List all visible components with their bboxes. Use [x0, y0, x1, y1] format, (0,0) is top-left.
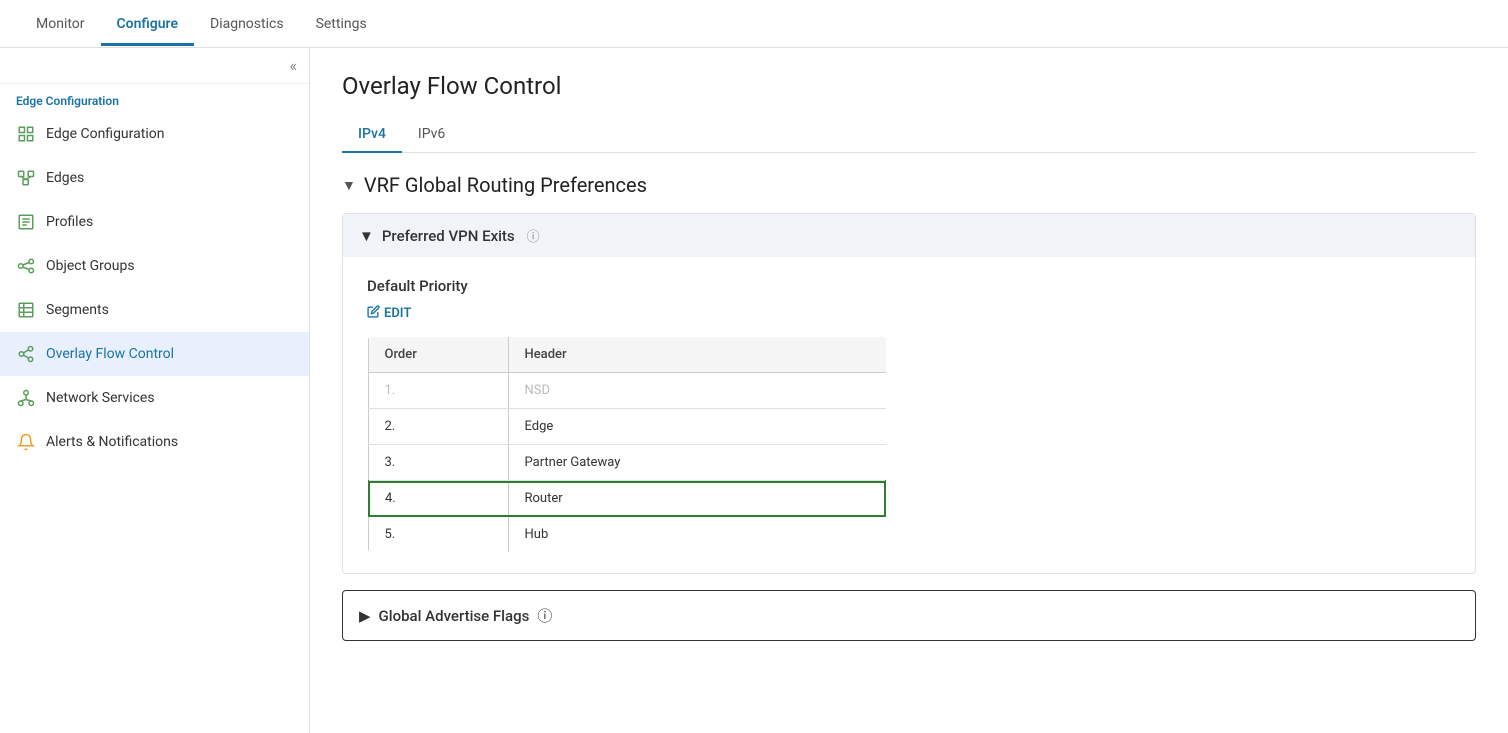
edit-button[interactable]: EDIT — [367, 305, 1451, 322]
nav-settings[interactable]: Settings — [300, 2, 383, 46]
vrf-chevron-icon: ▼ — [342, 177, 356, 194]
col-order: Order — [368, 337, 508, 373]
network-services-icon — [16, 388, 36, 408]
table-row: 4.Router — [368, 481, 886, 517]
sidebar-item-overlay-flow-control[interactable]: Overlay Flow Control — [0, 332, 309, 376]
flags-info-icon: ⓘ — [537, 605, 552, 626]
sidebar-item-segments[interactable]: Segments — [0, 288, 309, 332]
sidebar-collapse-button[interactable]: « — [289, 56, 297, 75]
table-row: 5.Hub — [368, 517, 886, 553]
preferred-vpn-label: Preferred VPN Exits — [382, 227, 515, 245]
global-advertise-flags-label: Global Advertise Flags — [379, 607, 530, 625]
col-header: Header — [508, 337, 886, 373]
edges-icon — [16, 168, 36, 188]
object-groups-icon — [16, 256, 36, 276]
table-cell-order: 4. — [368, 481, 508, 517]
page-title: Overlay Flow Control — [342, 72, 1476, 100]
global-advertise-flags-header[interactable]: ▶ Global Advertise Flags ⓘ — [343, 591, 1475, 640]
preferred-vpn-body: Default Priority EDIT Order Header — [343, 257, 1475, 573]
table-row: 2.Edge — [368, 409, 886, 445]
sidebar-item-label: Segments — [46, 302, 109, 318]
table-cell-header: Router — [508, 481, 886, 517]
table-cell-header: Hub — [508, 517, 886, 553]
alerts-icon — [16, 432, 36, 452]
table-row: 3.Partner Gateway — [368, 445, 886, 481]
nav-configure[interactable]: Configure — [101, 2, 194, 46]
table-cell-order: 3. — [368, 445, 508, 481]
pencil-icon — [367, 305, 380, 322]
tab-ipv6[interactable]: IPv6 — [402, 116, 461, 152]
sidebar: « Edge Configuration Edge Configuration … — [0, 48, 310, 733]
sidebar-section-label: Edge Configuration — [0, 84, 309, 112]
preferred-vpn-section: ▼ Preferred VPN Exits ⓘ Default Priority… — [342, 213, 1476, 574]
sidebar-item-edge-configuration[interactable]: Edge Configuration — [0, 112, 309, 156]
table-cell-header: Edge — [508, 409, 886, 445]
top-nav: Monitor Configure Diagnostics Settings — [0, 0, 1508, 48]
sidebar-item-label: Edges — [46, 170, 84, 186]
edit-label: EDIT — [384, 306, 411, 321]
nav-monitor[interactable]: Monitor — [20, 2, 101, 46]
sidebar-item-edges[interactable]: Edges — [0, 156, 309, 200]
flags-chevron-icon: ▶ — [359, 607, 371, 625]
table-cell-header: Partner Gateway — [508, 445, 886, 481]
preferred-vpn-info-icon: ⓘ — [527, 226, 540, 245]
preferred-vpn-chevron-icon: ▼ — [359, 227, 374, 245]
tab-ipv4[interactable]: IPv4 — [342, 116, 402, 152]
overlay-flow-control-icon — [16, 344, 36, 364]
vrf-title: VRF Global Routing Preferences — [364, 173, 647, 197]
tab-bar: IPv4 IPv6 — [342, 116, 1476, 153]
sidebar-item-label: Edge Configuration — [46, 126, 164, 142]
table-cell-order: 2. — [368, 409, 508, 445]
table-cell-order: 1. — [368, 373, 508, 409]
table-cell-header: NSD — [508, 373, 886, 409]
content-area: Overlay Flow Control IPv4 IPv6 ▼ VRF Glo… — [310, 48, 1508, 733]
edge-config-icon — [16, 124, 36, 144]
sidebar-item-profiles[interactable]: Profiles — [0, 200, 309, 244]
global-advertise-flags-section: ▶ Global Advertise Flags ⓘ — [342, 590, 1476, 641]
nav-diagnostics[interactable]: Diagnostics — [194, 2, 300, 46]
table-row: 1.NSD — [368, 373, 886, 409]
sidebar-item-network-services[interactable]: Network Services — [0, 376, 309, 420]
default-priority-label: Default Priority — [367, 277, 1451, 295]
sidebar-item-label: Profiles — [46, 214, 93, 230]
sidebar-item-alerts-notifications[interactable]: Alerts & Notifications — [0, 420, 309, 464]
sidebar-item-label: Alerts & Notifications — [46, 434, 178, 450]
priority-table: Order Header 1.NSD2.Edge3.Partner Gatewa… — [367, 336, 887, 553]
vrf-section-header[interactable]: ▼ VRF Global Routing Preferences — [342, 173, 1476, 197]
sidebar-item-label: Network Services — [46, 390, 155, 406]
profiles-icon — [16, 212, 36, 232]
sidebar-item-label: Overlay Flow Control — [46, 346, 174, 362]
preferred-vpn-header[interactable]: ▼ Preferred VPN Exits ⓘ — [343, 214, 1475, 257]
sidebar-item-label: Object Groups — [46, 258, 135, 274]
sidebar-item-object-groups[interactable]: Object Groups — [0, 244, 309, 288]
segments-icon — [16, 300, 36, 320]
table-cell-order: 5. — [368, 517, 508, 553]
